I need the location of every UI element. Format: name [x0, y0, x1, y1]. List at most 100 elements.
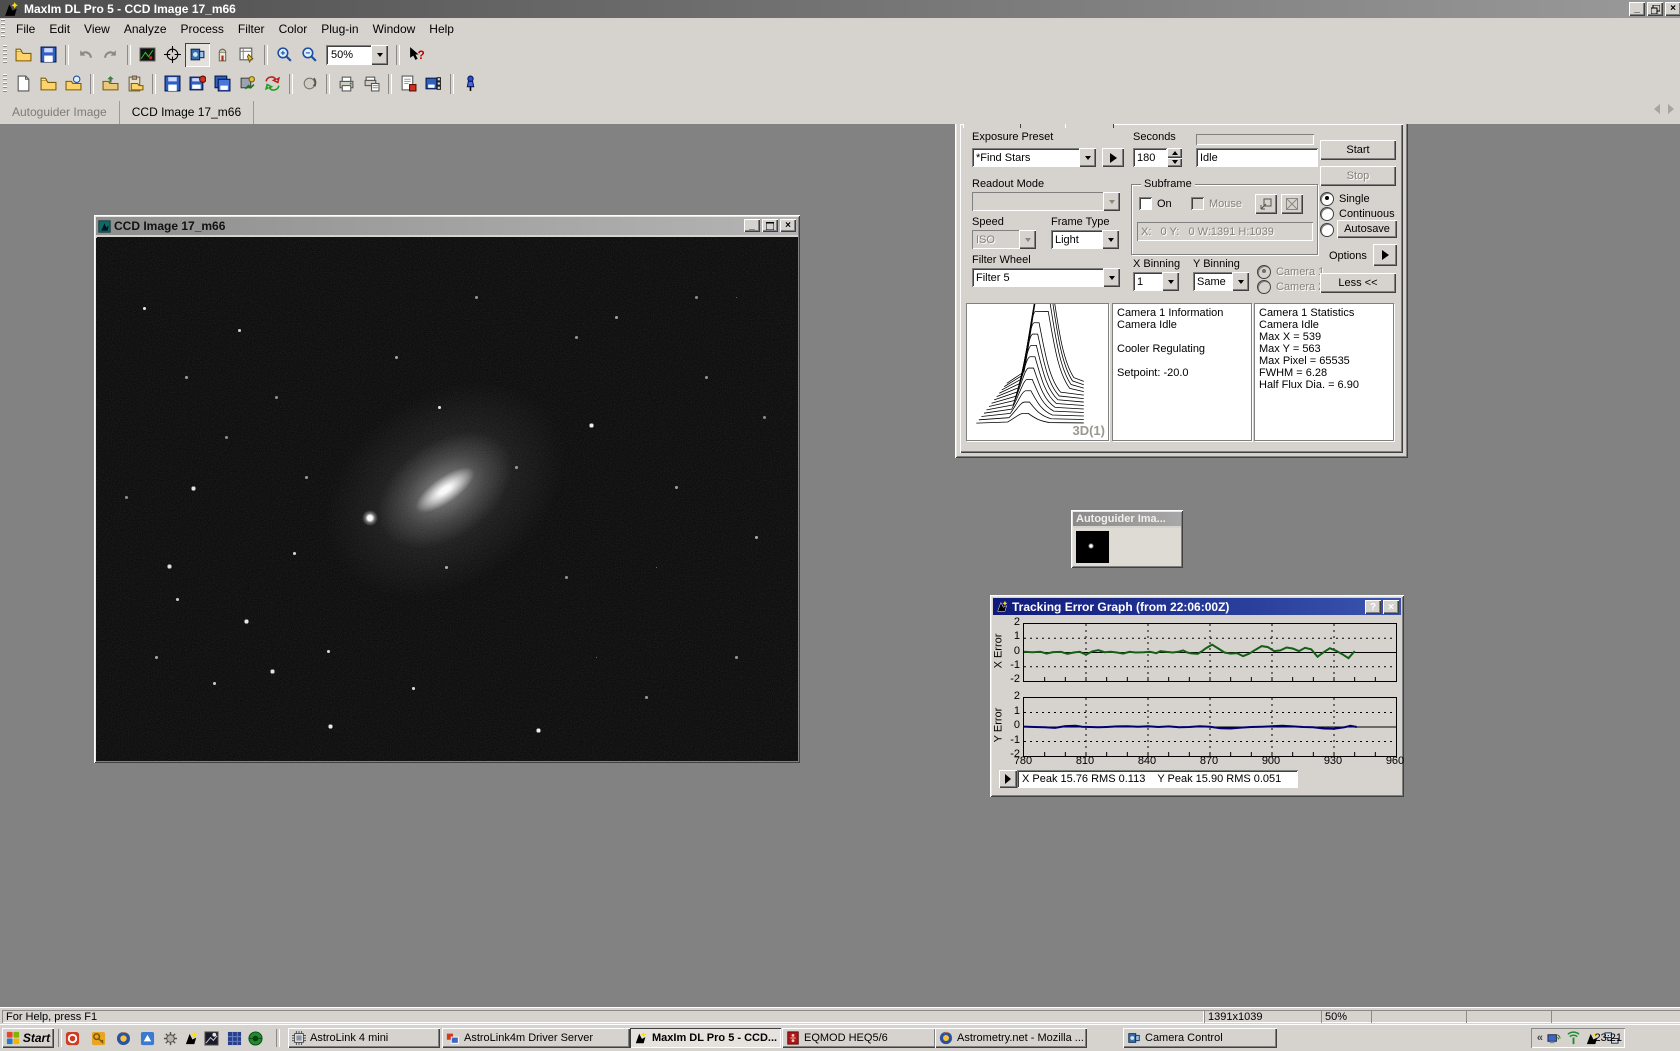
taskbar-clock[interactable]: 23:21 — [1594, 1032, 1622, 1044]
subframe-on-checkbox[interactable]: On — [1139, 197, 1172, 210]
page-setup-button[interactable] — [396, 72, 421, 96]
camera-control-toggle-button[interactable] — [185, 43, 210, 67]
mode-autosave-radio[interactable] — [1320, 223, 1334, 237]
mode-single-radio[interactable]: Single — [1320, 192, 1370, 206]
taskbar-astrolink-driver[interactable]: AstroLink4m Driver Server — [442, 1028, 630, 1048]
taskbar-astrolink-mini[interactable]: AstroLink 4 mini — [288, 1028, 440, 1048]
menu-filter[interactable]: Filter — [231, 19, 272, 39]
checkbox-icon[interactable] — [1139, 197, 1152, 210]
quicklaunch-maxim[interactable] — [183, 1030, 199, 1046]
radio-icon[interactable] — [1320, 223, 1334, 237]
context-help-button[interactable]: ? — [404, 43, 429, 67]
tracking-options-button[interactable] — [999, 770, 1017, 788]
tray-network-activity-icon[interactable] — [1547, 1031, 1562, 1046]
tab-scroll-left-icon[interactable] — [1654, 104, 1660, 114]
quicklaunch-app-red[interactable] — [64, 1030, 80, 1046]
taskbar-camera-control[interactable]: Camera Control — [1123, 1028, 1277, 1048]
autosave-button[interactable]: Autosave — [1337, 220, 1397, 238]
subframe-set-button[interactable] — [1255, 194, 1277, 214]
redo-button[interactable] — [98, 43, 123, 67]
menu-file[interactable]: File — [9, 19, 42, 39]
new-button[interactable] — [11, 72, 36, 96]
import-button[interactable] — [98, 72, 123, 96]
close-button[interactable]: × — [1665, 2, 1680, 16]
toolbar2-grip[interactable] — [3, 74, 7, 94]
screen-stretch-button[interactable] — [135, 43, 160, 67]
ccd-image-canvas[interactable] — [96, 237, 798, 761]
tracking-help-button[interactable]: ? — [1365, 600, 1381, 614]
zoom-combo-dropdown[interactable] — [371, 45, 388, 65]
save-all-button[interactable] — [210, 72, 235, 96]
color-convert-button[interactable] — [260, 72, 285, 96]
seconds-spinner[interactable]: 180 — [1133, 148, 1182, 167]
frame-type-combo[interactable]: Light — [1051, 230, 1119, 249]
taskbar-maxim[interactable]: MaxIm DL Pro 5 - CCD... — [630, 1028, 781, 1048]
zoom-in-button[interactable] — [272, 43, 297, 67]
menu-window[interactable]: Window — [366, 19, 423, 39]
taskbar-astrometry[interactable]: Astrometry.net - Mozilla ... — [935, 1028, 1087, 1048]
subframe-clear-button[interactable] — [1281, 194, 1303, 214]
menu-plugin[interactable]: Plug-in — [314, 19, 365, 39]
view-files-button[interactable] — [61, 72, 86, 96]
tab-ccd-image[interactable]: CCD Image 17_m66 — [120, 101, 254, 124]
ccd-window-title-bar[interactable]: CCD Image 17_m66 _ × — [96, 217, 798, 235]
ccd-close-button[interactable]: × — [780, 219, 796, 232]
batch-save-button[interactable] — [421, 72, 446, 96]
tray-wireless-icon[interactable] — [1566, 1031, 1581, 1046]
quicklaunch-gear[interactable] — [162, 1030, 178, 1046]
save-as-button[interactable] — [185, 72, 210, 96]
acquire-button[interactable] — [123, 72, 148, 96]
tab-scroll-right-icon[interactable] — [1668, 104, 1674, 114]
preset-menu-button[interactable] — [1102, 148, 1124, 167]
quicklaunch-firefox[interactable] — [115, 1030, 131, 1046]
open-button-2[interactable] — [36, 72, 61, 96]
restore-button[interactable] — [1647, 2, 1663, 16]
menubar-grip[interactable] — [1, 19, 5, 39]
tab-guide[interactable]: Guide — [1019, 124, 1069, 128]
observatory-control-button[interactable] — [210, 43, 235, 67]
crosshair-button[interactable] — [160, 43, 185, 67]
batch-convert-button[interactable] — [235, 72, 260, 96]
fits-header-button[interactable] — [235, 43, 260, 67]
autoguider-title-bar[interactable]: Autoguider Ima... — [1073, 512, 1181, 526]
radio-icon[interactable] — [1320, 207, 1334, 221]
tracking-graph-title-bar[interactable]: Tracking Error Graph (from 22:06:00Z) ? … — [993, 598, 1401, 615]
zoom-out-button[interactable] — [297, 43, 322, 67]
quicklaunch-planetarium[interactable] — [247, 1030, 263, 1046]
filter-wheel-combo[interactable]: Filter 5 — [972, 268, 1120, 287]
toolbar-pin-button[interactable] — [458, 72, 483, 96]
minimize-button[interactable]: _ — [1629, 2, 1645, 16]
less-button[interactable]: Less << — [1320, 273, 1396, 293]
taskbar-eqmod[interactable]: EQMOD HEQ5/6 — [782, 1028, 936, 1048]
tracking-close-button[interactable]: × — [1383, 600, 1399, 614]
menu-analyze[interactable]: Analyze — [117, 19, 174, 39]
radio-icon[interactable] — [1320, 192, 1334, 206]
options-menu-button[interactable] — [1373, 244, 1397, 266]
tray-chevron-icon[interactable]: « — [1537, 1032, 1543, 1044]
quicklaunch-app-grid[interactable] — [226, 1030, 242, 1046]
histogram-3d-panel[interactable]: 3D(1) — [966, 303, 1109, 441]
open-button[interactable] — [11, 43, 36, 67]
tab-setup[interactable]: Setup — [1065, 124, 1114, 128]
autoguider-thumbnail[interactable] — [1076, 531, 1109, 563]
quicklaunch-app-blue[interactable] — [139, 1030, 155, 1046]
exposure-preset-combo[interactable]: *Find Stars — [972, 148, 1096, 167]
menu-view[interactable]: View — [77, 19, 117, 39]
y-binning-combo[interactable]: Same — [1193, 272, 1249, 291]
start-button[interactable]: Start — [2, 1028, 54, 1048]
quicklaunch-key[interactable] — [90, 1030, 106, 1046]
start-button[interactable]: Start — [1320, 140, 1396, 160]
quicklaunch-image-viewer[interactable] — [203, 1030, 219, 1046]
menu-help[interactable]: Help — [422, 19, 461, 39]
mode-continuous-radio[interactable]: Continuous — [1320, 207, 1395, 221]
rotate-button[interactable] — [297, 72, 322, 96]
tab-autoguider-image[interactable]: Autoguider Image — [0, 101, 120, 124]
print-button[interactable] — [334, 72, 359, 96]
tab-expose[interactable]: Expose — [963, 124, 1021, 128]
main-title-bar[interactable]: MaxIm DL Pro 5 - CCD Image 17_m66 _ × — [0, 0, 1680, 18]
print-preview-button[interactable] — [359, 72, 384, 96]
toolbar1-grip[interactable] — [3, 45, 7, 65]
undo-button[interactable] — [73, 43, 98, 67]
ccd-minimize-button[interactable]: _ — [744, 219, 760, 232]
zoom-level-combo[interactable]: 50% — [326, 45, 388, 65]
